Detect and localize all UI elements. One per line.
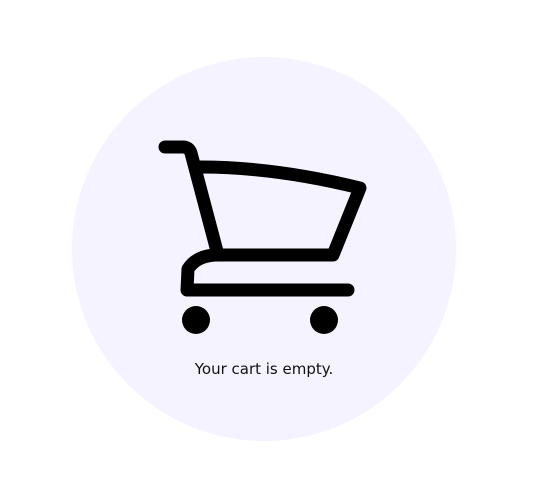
empty-cart-message: Your cart is empty. <box>194 360 334 378</box>
shopping-cart-icon <box>155 135 375 340</box>
